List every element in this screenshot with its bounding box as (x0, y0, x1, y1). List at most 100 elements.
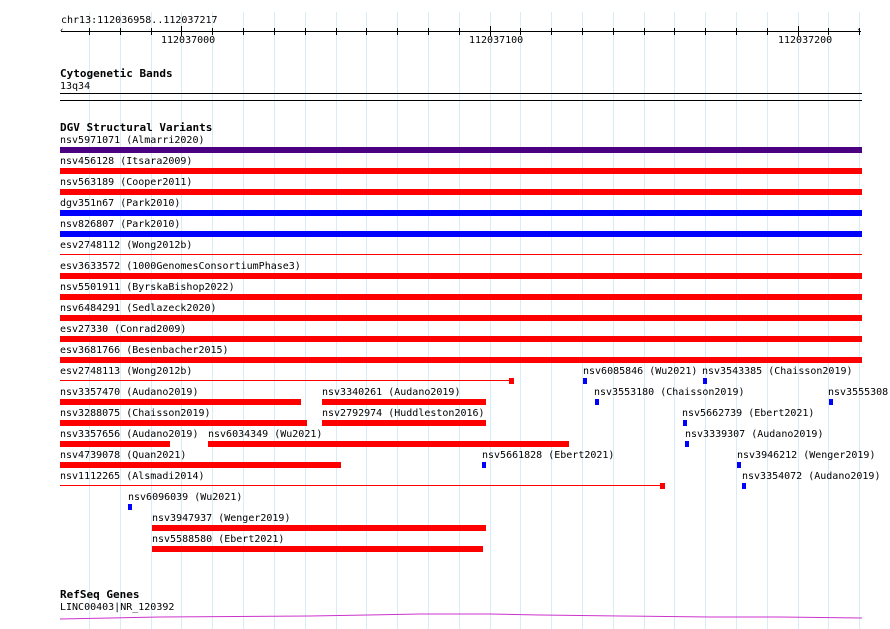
variant-label[interactable]: nsv6484291 (Sedlazeck2020) (60, 303, 217, 314)
variant-label[interactable]: dgv351n67 (Park2010) (60, 198, 180, 209)
ruler-tick (767, 28, 768, 35)
variant-feature[interactable] (685, 441, 689, 447)
ruler-tick (613, 28, 614, 35)
cytoband-label: 13q34 (60, 81, 91, 92)
ruler-tick (705, 28, 706, 35)
variant-feature[interactable] (595, 399, 599, 405)
variant-label[interactable]: nsv6096039 (Wu2021) (128, 492, 242, 503)
variant-feature[interactable] (60, 273, 862, 279)
variant-feature[interactable] (60, 168, 862, 174)
ruler-tick (674, 28, 675, 35)
ruler-tick (859, 28, 860, 35)
variant-feature[interactable] (482, 462, 486, 468)
variant-label[interactable]: nsv3288075 (Chaisson2019) (60, 408, 211, 419)
variant-label[interactable]: nsv5501911 (ByrskaBishop2022) (60, 282, 235, 293)
variant-feature[interactable] (60, 189, 862, 195)
variant-label[interactable]: nsv5662739 (Ebert2021) (682, 408, 814, 419)
variant-feature[interactable] (322, 420, 486, 426)
variant-label[interactable]: nsv3553180 (Chaisson2019) (594, 387, 745, 398)
variant-feature[interactable] (60, 485, 661, 486)
variant-feature[interactable] (742, 483, 746, 489)
variant-label[interactable]: nsv563189 (Cooper2011) (60, 177, 192, 188)
variant-label[interactable]: nsv456128 (Itsara2009) (60, 156, 192, 167)
variant-feature[interactable] (683, 420, 687, 426)
ruler-tick-label: 112037100 (469, 35, 524, 46)
variant-label[interactable]: esv2748112 (Wong2012b) (60, 240, 192, 251)
variant-feature[interactable] (829, 399, 833, 405)
variant-label[interactable]: nsv1112265 (Alsmadi2014) (60, 471, 205, 482)
track-title-dgv[interactable]: DGV Structural Variants (60, 122, 212, 134)
variant-label[interactable]: nsv3555308 (828, 387, 888, 398)
variant-label[interactable]: nsv3543385 (Chaisson2019) (702, 366, 853, 377)
variant-label[interactable]: nsv3947937 (Wenger2019) (152, 513, 290, 524)
variant-feature[interactable] (60, 315, 862, 321)
variant-feature[interactable] (60, 420, 307, 426)
ruler-tick (212, 28, 213, 35)
variant-feature[interactable] (60, 254, 862, 255)
ruler-location: chr13:112036958..112037217 (61, 15, 218, 26)
track-title-cytoband[interactable]: Cytogenetic Bands (60, 68, 173, 80)
variant-feature[interactable] (737, 462, 741, 468)
ruler-tick (243, 28, 244, 35)
variant-feature[interactable] (60, 336, 862, 342)
variant-feature[interactable] (60, 399, 301, 405)
variant-label[interactable]: nsv2792974 (Huddleston2016) (322, 408, 485, 419)
ruler-tick (644, 28, 645, 35)
variant-feature[interactable] (128, 504, 132, 510)
cytoband-line-bottom[interactable] (60, 100, 862, 101)
variant-label[interactable]: nsv3354072 (Audano2019) (742, 471, 880, 482)
variant-label[interactable]: nsv3340261 (Audano2019) (322, 387, 460, 398)
variant-feature[interactable] (583, 378, 587, 384)
variant-label[interactable]: nsv6034349 (Wu2021) (208, 429, 322, 440)
ruler-tick (305, 28, 306, 35)
variant-label[interactable]: nsv3946212 (Wenger2019) (737, 450, 875, 461)
ruler-tick (520, 28, 521, 35)
variant-feature-end[interactable] (509, 378, 514, 384)
variant-label[interactable]: nsv5971071 (Almarri2020) (60, 135, 205, 146)
variant-feature[interactable] (322, 399, 486, 405)
variant-feature[interactable] (152, 546, 483, 552)
variant-label[interactable]: nsv3357470 (Audano2019) (60, 387, 198, 398)
variant-label[interactable]: nsv4739078 (Quan2021) (60, 450, 186, 461)
variant-feature[interactable] (60, 462, 341, 468)
cytoband-line-top[interactable] (60, 93, 862, 94)
variant-feature[interactable] (60, 380, 510, 381)
variant-label[interactable]: nsv5661828 (Ebert2021) (482, 450, 614, 461)
ruler-tick (828, 28, 829, 35)
variant-feature-end[interactable] (660, 483, 665, 489)
variant-label[interactable]: nsv6085846 (Wu2021) (583, 366, 697, 377)
variant-label[interactable]: nsv3339307 (Audano2019) (685, 429, 823, 440)
variant-feature[interactable] (152, 525, 486, 531)
variant-feature[interactable] (60, 147, 862, 153)
ruler-tick-label: 112037000 (161, 35, 216, 46)
genome-browser-view[interactable]: chr13:112036958..112037217 ‹ › 112037000… (0, 0, 890, 629)
variant-feature[interactable] (60, 357, 862, 363)
variant-label[interactable]: esv2748113 (Wong2012b) (60, 366, 192, 377)
variant-feature[interactable] (60, 294, 862, 300)
ruler-tick (89, 28, 90, 35)
variant-feature[interactable] (208, 441, 569, 447)
variant-label[interactable]: nsv3357656 (Audano2019) (60, 429, 198, 440)
ruler-tick (551, 28, 552, 35)
ruler-tick (120, 28, 121, 35)
ruler-tick (582, 28, 583, 35)
variant-feature[interactable] (60, 231, 862, 237)
variant-label[interactable]: esv3681766 (Besenbacher2015) (60, 345, 229, 356)
track-title-refseq[interactable]: RefSeq Genes (60, 589, 139, 601)
variant-label[interactable]: nsv826807 (Park2010) (60, 219, 180, 230)
ruler-tick (366, 28, 367, 35)
variant-label[interactable]: esv27330 (Conrad2009) (60, 324, 186, 335)
gene-model[interactable] (60, 610, 862, 622)
variant-feature[interactable] (60, 210, 862, 216)
ruler-tick (397, 28, 398, 35)
variant-label[interactable]: nsv5588580 (Ebert2021) (152, 534, 284, 545)
ruler-tick (428, 28, 429, 35)
ruler-tick (336, 28, 337, 35)
ruler-tick-label: 112037200 (778, 35, 833, 46)
variant-feature[interactable] (60, 441, 170, 447)
variant-feature[interactable] (703, 378, 707, 384)
ruler-left-arrow: ‹ (59, 26, 65, 36)
variant-label[interactable]: esv3633572 (1000GenomesConsortiumPhase3) (60, 261, 301, 272)
ruler-tick (151, 28, 152, 35)
ruler-tick (459, 28, 460, 35)
